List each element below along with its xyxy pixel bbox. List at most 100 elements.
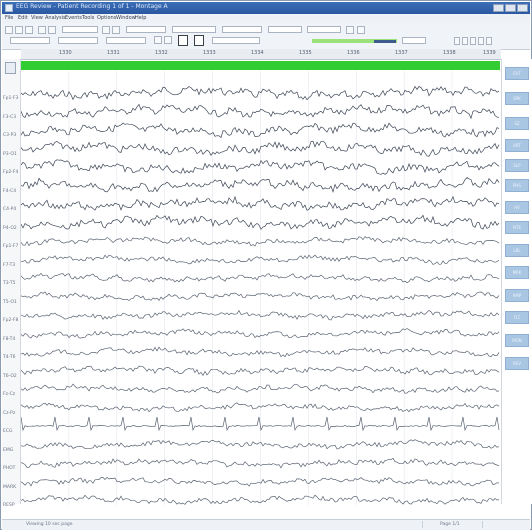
channel-label: Cz-Pz <box>3 410 16 416</box>
channel-label: Fp1-F7 <box>3 244 19 249</box>
menu-edit[interactable]: Edit <box>18 15 28 21</box>
time-tick: 1339 <box>483 50 496 56</box>
gain-field[interactable] <box>212 37 260 44</box>
channel-label: C3-P3 <box>3 133 17 138</box>
event-button[interactable]: PHS <box>505 179 529 192</box>
level-field[interactable] <box>402 37 426 44</box>
channel-label: F4-C4 <box>3 188 17 194</box>
open-icon[interactable] <box>5 26 13 34</box>
event-button[interactable]: SPK <box>505 92 529 105</box>
event-button[interactable]: MON <box>505 334 529 347</box>
close-button[interactable] <box>517 4 528 12</box>
timebase-select[interactable] <box>172 26 216 33</box>
eeg-channel-trace <box>21 177 500 193</box>
channel-label: F8-T4 <box>3 336 16 342</box>
prev-page-icon[interactable] <box>154 36 162 44</box>
eeg-channel-trace <box>21 122 500 139</box>
zoom-icon[interactable] <box>102 26 110 34</box>
time-tick: 1330 <box>59 50 72 56</box>
event-button[interactable]: ART <box>505 139 529 152</box>
event-button[interactable]: NTE <box>505 221 529 234</box>
eeg-channel-trace <box>21 159 500 175</box>
menu-help[interactable]: Help <box>135 15 146 21</box>
event-button[interactable]: AMP <box>505 289 529 302</box>
epoch-bar[interactable] <box>21 61 500 70</box>
event-button[interactable]: LBL <box>505 244 529 257</box>
montage-icon[interactable] <box>5 62 16 74</box>
menu-view[interactable]: View <box>31 15 43 21</box>
event-button[interactable]: MRK <box>505 266 529 279</box>
settings-icon[interactable] <box>357 26 365 34</box>
notch-select[interactable] <box>268 26 302 33</box>
time-tick: 1331 <box>107 50 120 56</box>
speed-select[interactable] <box>307 26 341 33</box>
play-icon[interactable] <box>38 26 46 34</box>
menu-window[interactable]: Window <box>116 15 136 21</box>
event-button[interactable]: SZ <box>505 117 529 130</box>
channel-label: Fp2-F4 <box>3 170 19 175</box>
time-tick: 1334 <box>251 50 264 56</box>
sensitivity-select[interactable] <box>126 26 166 33</box>
eeg-viewer-window: EEG Review - Patient Recording 1 of 1 - … <box>0 0 532 530</box>
time-tick: 1335 <box>299 50 312 56</box>
tool-e-icon[interactable] <box>486 37 492 45</box>
channel-label: F7-T3 <box>3 262 16 268</box>
event-button[interactable]: FLT <box>505 311 529 324</box>
channel-label: PHOT <box>3 466 16 471</box>
maximize-button[interactable] <box>505 4 516 12</box>
tool-b-icon[interactable] <box>462 37 468 45</box>
event-button[interactable]: HV <box>505 201 529 214</box>
patient-field[interactable] <box>10 37 50 44</box>
time-tick: 1338 <box>443 50 456 56</box>
title-bar: EEG Review - Patient Recording 1 of 1 - … <box>2 2 530 14</box>
channel-label: F3-C3 <box>3 114 17 120</box>
page-field[interactable] <box>106 37 146 44</box>
menu-events[interactable]: Events <box>65 15 82 21</box>
print-icon[interactable] <box>25 26 33 34</box>
eeg-channel-trace <box>21 291 500 302</box>
eeg-channel-trace <box>21 365 500 377</box>
minimize-button[interactable] <box>493 4 504 12</box>
filter-select[interactable] <box>222 26 262 33</box>
eeg-channel-trace <box>21 457 500 469</box>
status-bar: Viewing 10 sec page Page 1/1 <box>2 519 530 530</box>
tool-c-icon[interactable] <box>470 37 476 45</box>
menu-options[interactable]: Options <box>97 15 116 21</box>
window-title: EEG Review - Patient Recording 1 of 1 - … <box>16 3 168 10</box>
status-right-text: Page 1/1 <box>440 522 460 527</box>
menu-analysis[interactable]: Analysis <box>45 15 66 21</box>
stop-icon[interactable] <box>48 26 56 34</box>
save-icon[interactable] <box>15 26 23 34</box>
time-tick: 1337 <box>395 50 408 56</box>
signal-level-fill <box>374 40 396 43</box>
channel-label: EMG <box>3 447 14 453</box>
marker-icon[interactable] <box>346 26 354 34</box>
record-icon[interactable] <box>194 35 204 46</box>
recording-field[interactable] <box>58 37 98 44</box>
pause-icon[interactable] <box>178 35 188 46</box>
event-button[interactable]: SLP <box>505 159 529 172</box>
eeg-channel-trace <box>21 103 500 120</box>
event-button[interactable]: EVT <box>505 67 529 80</box>
status-divider <box>482 521 483 528</box>
tool-d-icon[interactable] <box>478 37 484 45</box>
status-divider <box>422 521 423 528</box>
channel-label: C4-P4 <box>3 207 17 212</box>
event-button-panel: EVT SPK SZ ART SLP PHS HV NTE LBL MRK AM… <box>501 59 532 504</box>
montage-select[interactable] <box>62 26 98 33</box>
next-page-icon[interactable] <box>164 36 172 44</box>
menu-file[interactable]: File <box>5 15 13 21</box>
cursor-icon[interactable] <box>112 26 120 34</box>
eeg-channel-trace <box>21 439 500 450</box>
eeg-trace-area[interactable] <box>21 71 500 505</box>
eeg-channel-trace <box>21 477 500 487</box>
channel-label: Fz-Cz <box>3 392 16 397</box>
eeg-channel-trace <box>21 272 500 284</box>
event-button[interactable]: REV <box>505 357 529 370</box>
tool-a-icon[interactable] <box>454 37 460 45</box>
eeg-channel-trace <box>21 85 500 101</box>
menu-tools[interactable]: Tools <box>82 15 94 21</box>
eeg-channel-trace <box>21 494 500 505</box>
time-tick: 1332 <box>155 50 168 56</box>
toolbar <box>2 23 530 50</box>
